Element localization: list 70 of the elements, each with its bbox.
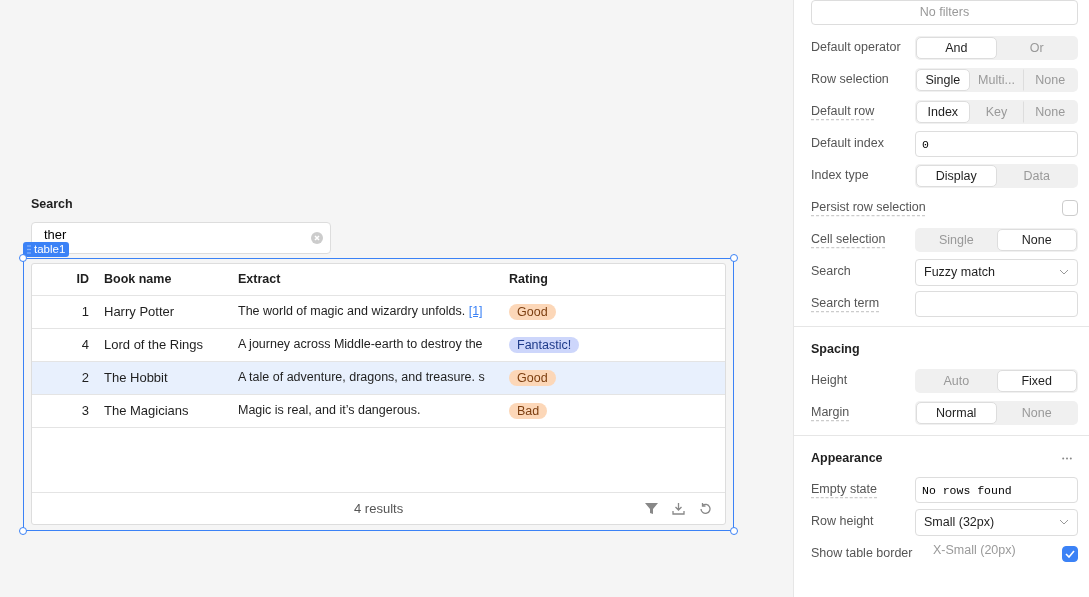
more-icon[interactable]	[1062, 456, 1072, 460]
reset-icon[interactable]	[699, 501, 712, 515]
property-label[interactable]: Cell selection	[811, 230, 915, 250]
table-row[interactable]: 4 Lord of the Rings A journey across Middle-earth to destroy the Fantastic!	[32, 328, 725, 362]
property-label[interactable]: Default row	[811, 102, 915, 122]
check-icon	[1065, 550, 1075, 558]
property-label: Search	[811, 263, 852, 280]
table-cell-text: 4	[80, 336, 89, 354]
property-label: Height	[811, 372, 849, 389]
segment-option[interactable]: Index	[916, 101, 970, 123]
drag-handle-icon[interactable]	[27, 244, 31, 254]
property-label: Show table border	[811, 545, 914, 562]
segment-option[interactable]: Fixed	[996, 370, 1077, 392]
resize-handle[interactable]	[730, 526, 738, 535]
table-cell-text: 1	[80, 303, 89, 321]
property-label: Default index	[811, 135, 885, 152]
property-label: Row height	[811, 513, 875, 530]
property-label[interactable]: Persist row selection	[811, 198, 926, 218]
resize-handle[interactable]	[730, 253, 738, 262]
rating-tag: Fantastic!	[509, 337, 580, 353]
rating-tag: Good	[509, 370, 556, 386]
section-title: Appearance	[811, 449, 883, 467]
column-header[interactable]: Book name	[89, 269, 238, 289]
select-field[interactable]: Small (32px)	[915, 508, 1078, 536]
text-field[interactable]: No rows found	[915, 477, 1078, 503]
property-label[interactable]: Search term	[811, 294, 915, 314]
text-field[interactable]: 0	[915, 131, 1078, 157]
column-header[interactable]: Extract	[238, 269, 509, 289]
segment-option[interactable]: Display	[916, 165, 997, 187]
resize-handle[interactable]	[19, 253, 27, 262]
property-label: Default operator	[811, 39, 902, 56]
table-cell: The world of magic and wizardry unfolds.	[238, 304, 466, 319]
column-header[interactable]: ID	[32, 269, 89, 289]
table-row[interactable]: 2 The Hobbit A tale of adventure, dragons, and treasure. s Good	[32, 361, 725, 395]
property-label[interactable]: Margin	[811, 403, 915, 423]
property-label: Index type	[811, 167, 870, 184]
select-field[interactable]: Fuzzy match	[915, 258, 1078, 286]
download-icon[interactable]	[672, 501, 685, 515]
table-cell: A tale of adventure, dragons, and treasure. s	[238, 370, 485, 385]
table-row[interactable]: 1 Harry Potter The world of magic and wizardry unfolds. [1] Good	[32, 295, 725, 329]
checkbox[interactable]	[1062, 200, 1078, 216]
table-row[interactable]: 3 The Magicians Magic is real, and it’s dangerous. Bad	[32, 394, 725, 428]
table-cell-text: The Magicians	[103, 402, 190, 420]
resize-handle[interactable]	[19, 526, 27, 535]
table-cell: A journey across Middle-earth to destroy the	[238, 337, 483, 352]
property-label[interactable]: Empty state	[811, 480, 915, 500]
table-cell-text: Lord of the Rings	[103, 336, 204, 354]
column-header[interactable]: Rating	[509, 269, 548, 289]
chevron-down-icon	[1059, 519, 1069, 525]
text-field[interactable]	[915, 291, 1078, 317]
rating-tag: Good	[509, 304, 556, 320]
search-label: Search	[31, 196, 74, 213]
rating-tag: Bad	[509, 403, 548, 419]
property-label: Row selection	[811, 71, 890, 88]
checkbox[interactable]	[1062, 546, 1078, 562]
table-cell-text: 3	[80, 402, 89, 420]
segment-option[interactable]: None	[996, 229, 1077, 251]
table-cell-text: Harry Potter	[103, 303, 176, 321]
segment-option[interactable]: And	[916, 37, 997, 59]
segment-option[interactable]: Normal	[916, 402, 997, 424]
results-count: 4 results	[354, 499, 404, 518]
component-name: table1	[34, 241, 66, 257]
table-cell-text: The Hobbit	[103, 369, 169, 387]
table-cell-text: 2	[80, 369, 89, 387]
table-cell: Magic is real, and it’s dangerous.	[238, 403, 421, 418]
chevron-down-icon	[1059, 269, 1069, 275]
section-title: Spacing	[811, 340, 860, 358]
filter-icon[interactable]	[645, 501, 658, 515]
footnote-link[interactable]: [1]	[468, 304, 483, 319]
segment-option[interactable]: Single	[916, 69, 970, 91]
